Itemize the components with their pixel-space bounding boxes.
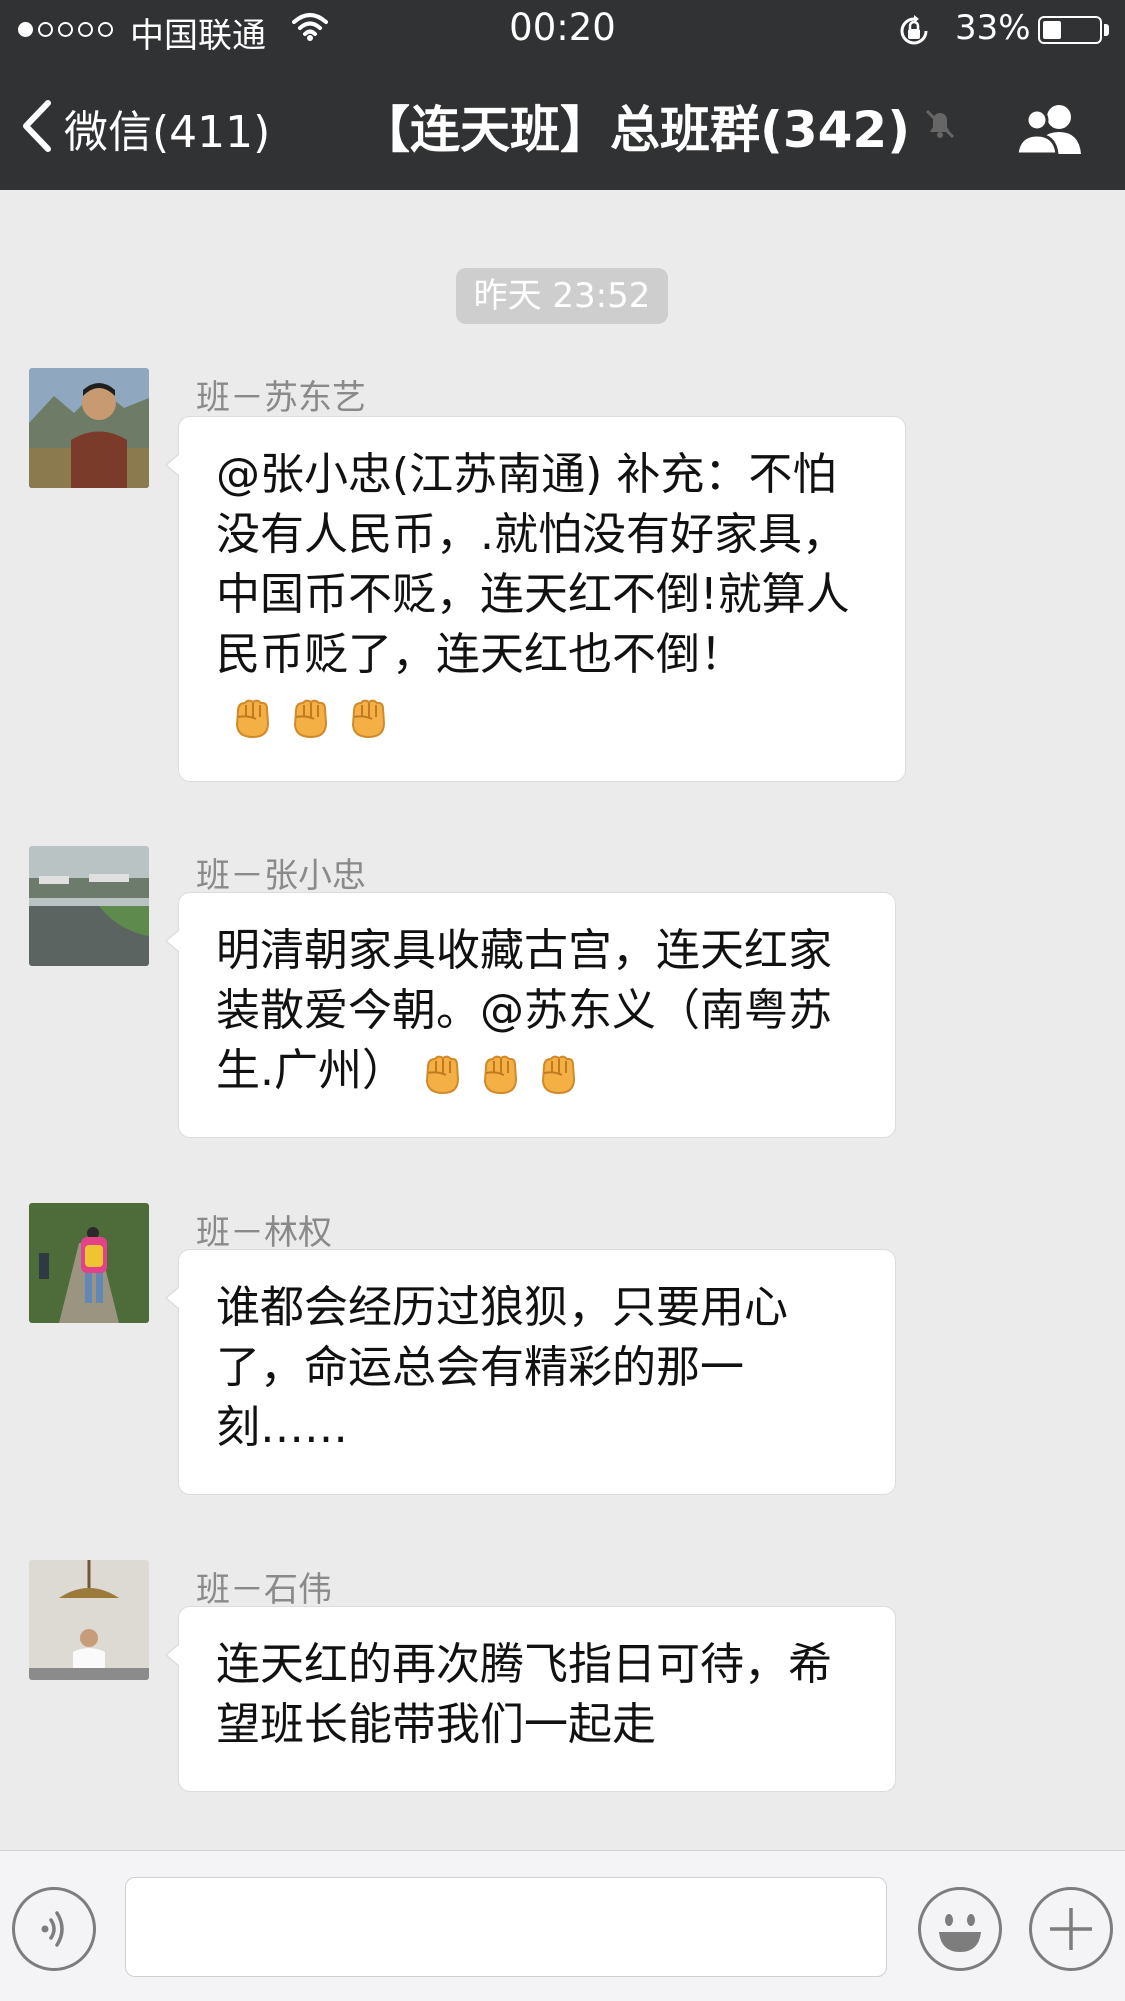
fist-emoji-icon bbox=[541, 1055, 576, 1095]
fist-emoji-group bbox=[418, 1049, 582, 1097]
fist-emoji-icon bbox=[425, 1055, 460, 1095]
sender-name: 班－苏东艺 bbox=[196, 378, 366, 418]
message-bubble[interactable]: 连天红的再次腾飞指日可待，希望班长能带我们一起走 bbox=[165, 1606, 896, 1792]
message-bubble[interactable]: 明清朝家具收藏古宫，连天红家装散爱今朝。@苏东义（南粤苏生.广州） bbox=[165, 892, 896, 1138]
fist-emoji-icon bbox=[293, 699, 328, 739]
battery-icon bbox=[1038, 16, 1102, 44]
sender-name: 班－张小忠 bbox=[196, 856, 366, 896]
emoji-icon bbox=[921, 1914, 999, 1972]
chat-title-group: 【连天班】总班群(342) bbox=[360, 90, 958, 162]
message-input[interactable] bbox=[125, 1877, 887, 1977]
emoji-button[interactable] bbox=[918, 1887, 1002, 1971]
bell-muted-icon bbox=[922, 106, 958, 146]
fist-emoji-group bbox=[228, 693, 392, 741]
sender-name: 班－林权 bbox=[196, 1213, 332, 1253]
voice-icon bbox=[15, 1911, 93, 1972]
fist-emoji-icon bbox=[483, 1055, 518, 1095]
chevron-left-icon bbox=[20, 99, 54, 157]
chat-timestamp: 昨天 23:52 bbox=[456, 268, 668, 324]
message-text: 谁都会经历过狼狈，只要用心了，命运总会有精彩的那一刻…… bbox=[216, 1282, 788, 1453]
avatar[interactable] bbox=[29, 1560, 149, 1680]
battery-percent: 33% bbox=[955, 8, 1031, 48]
back-button[interactable]: 微信(411) bbox=[20, 96, 270, 160]
top-bar: 中国联通 00:20 33% 微信(411) 【连天班】总班群(342) bbox=[0, 0, 1125, 190]
chat-area[interactable]: 昨天 23:52 班－苏东艺 @张小忠(江苏南通) 补充：不怕没有人民币，.就怕… bbox=[0, 190, 1125, 1850]
plus-icon bbox=[1032, 1908, 1110, 1972]
input-bar bbox=[0, 1850, 1125, 2001]
message-text: @张小忠(江苏南通) 补充：不怕没有人民币，.就怕没有好家具，中国币不贬，连天红… bbox=[216, 449, 850, 680]
avatar[interactable] bbox=[29, 368, 149, 488]
sender-name: 班－石伟 bbox=[196, 1570, 332, 1610]
nav-bar: 微信(411) 【连天班】总班群(342) bbox=[0, 60, 1125, 190]
message-bubble[interactable]: 谁都会经历过狼狈，只要用心了，命运总会有精彩的那一刻…… bbox=[165, 1249, 896, 1495]
voice-button[interactable] bbox=[12, 1887, 96, 1971]
message-text: 连天红的再次腾飞指日可待，希望班长能带我们一起走 bbox=[216, 1639, 832, 1750]
avatar[interactable] bbox=[29, 1203, 149, 1323]
group-members-icon[interactable] bbox=[1015, 100, 1087, 160]
battery-tip bbox=[1104, 24, 1109, 36]
rotation-lock-icon bbox=[897, 14, 931, 52]
status-bar: 中国联通 00:20 33% bbox=[0, 0, 1125, 60]
more-button[interactable] bbox=[1029, 1887, 1113, 1971]
chat-title: 【连天班】总班群(342) bbox=[360, 101, 911, 159]
avatar[interactable] bbox=[29, 846, 149, 966]
fist-emoji-icon bbox=[235, 699, 270, 739]
back-label: 微信(411) bbox=[64, 107, 271, 158]
message-bubble[interactable]: @张小忠(江苏南通) 补充：不怕没有人民币，.就怕没有好家具，中国币不贬，连天红… bbox=[165, 416, 906, 782]
fist-emoji-icon bbox=[351, 699, 386, 739]
